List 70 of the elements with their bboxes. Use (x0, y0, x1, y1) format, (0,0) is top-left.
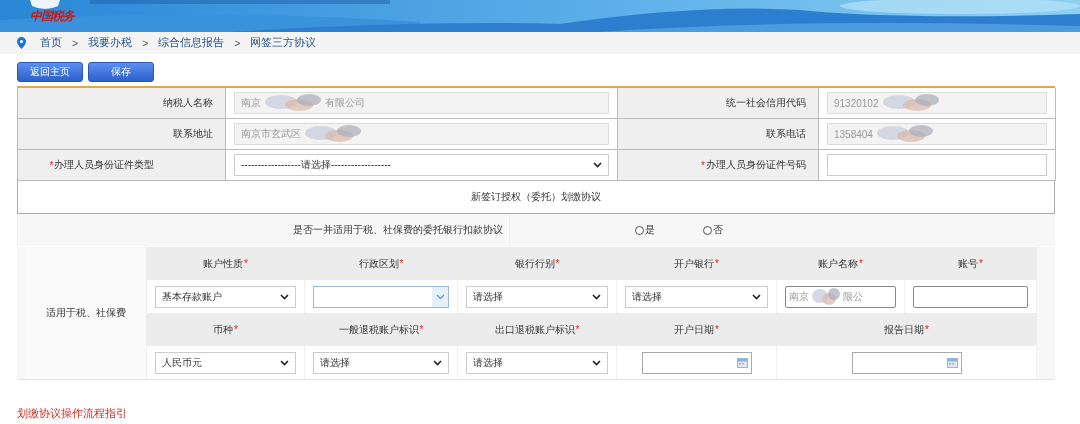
field-label: *办理人员身份证件类型 (18, 150, 226, 181)
field-label: 联系地址 (18, 119, 226, 150)
radio-option[interactable]: 否 (703, 223, 723, 237)
chevron-down-icon (280, 293, 289, 300)
select-field[interactable]: ------------------请选择------------------ (234, 154, 609, 176)
logo-text: 中国税务 (30, 8, 74, 25)
radio-button[interactable] (635, 225, 644, 235)
field-value: 南京 (789, 289, 809, 304)
select-field[interactable]: 人民币元 (155, 351, 296, 374)
blur-mark (303, 123, 363, 145)
blur-mark (874, 123, 935, 145)
select-field[interactable]: 请选择 (466, 351, 608, 374)
breadcrumb-separator: > (234, 37, 241, 49)
radio-button[interactable] (703, 225, 712, 235)
column-header: 一般退税账户标识* (338, 322, 425, 337)
blur-mark (811, 286, 841, 307)
column-header: 账户名称* (818, 256, 864, 271)
toolbar-button[interactable]: 保存 (88, 62, 154, 82)
field-label: 纳税人名称 (18, 88, 226, 119)
select-field[interactable]: 基本存款账户 (155, 285, 296, 308)
breadcrumb-link[interactable]: 我要办税 (88, 36, 133, 50)
column-header: 账号* (958, 256, 984, 271)
input-field[interactable] (913, 285, 1028, 308)
date-field[interactable] (851, 351, 962, 374)
column-header: 银行行别* (514, 256, 561, 271)
field-label: 统一社会信用代码 (618, 88, 819, 119)
select-field[interactable]: 请选择 (625, 285, 768, 308)
radio-option[interactable]: 是 (635, 223, 655, 237)
column-header: 行政区划* (358, 256, 405, 271)
column-header: 报告日期* (884, 322, 930, 337)
date-field[interactable] (641, 351, 752, 374)
chevron-down-icon (752, 293, 761, 300)
breadcrumb-link[interactable]: 网签三方协议 (250, 36, 317, 50)
field-value: 限公 (843, 289, 863, 304)
chevron-down-icon (435, 293, 445, 300)
toolbar-button[interactable]: 返回主页 (17, 62, 83, 82)
column-header: 开户银行* (674, 256, 720, 271)
select-field[interactable] (313, 285, 449, 308)
blur-mark (880, 92, 941, 114)
breadcrumb-separator: > (72, 37, 79, 49)
chevron-down-icon (592, 359, 601, 366)
field-value: 有限公司 (325, 96, 365, 110)
calendar-icon (736, 357, 748, 368)
field-value: 91320102 (834, 97, 879, 109)
location-pin-icon (17, 37, 26, 49)
select-field[interactable]: 请选择 (313, 351, 449, 374)
column-header: 币种* (213, 322, 239, 337)
breadcrumb-link[interactable]: 综合信息报告 (158, 36, 225, 50)
calendar-icon (946, 357, 958, 368)
chevron-down-icon (280, 359, 289, 366)
column-header: 出口退税账户标识* (494, 322, 581, 337)
input-field[interactable] (827, 154, 1047, 176)
chevron-down-icon (433, 359, 442, 366)
field-value: 南京 (241, 96, 261, 110)
column-header: 开户日期* (674, 322, 720, 337)
row-label: 适用于税、社保费 (46, 306, 126, 320)
breadcrumb-separator: > (142, 37, 149, 49)
field-value: 南京市玄武区 (241, 127, 301, 141)
question-text: 是否一并适用于税、社保费的委托银行扣款协议 (293, 223, 503, 237)
guide-link[interactable]: 划缴协议操作流程指引 (17, 407, 127, 419)
chevron-down-icon (593, 162, 602, 168)
breadcrumb-link[interactable]: 首页 (40, 36, 62, 50)
field-label: *办理人员身份证件号码 (618, 150, 819, 181)
field-value: 1358404 (834, 128, 873, 140)
blur-mark (263, 92, 323, 114)
chevron-down-icon (592, 293, 601, 300)
select-field[interactable]: 请选择 (466, 285, 608, 308)
section-title: 新签订授权（委托）划缴协议 (471, 190, 601, 204)
column-header: 账户性质* (203, 256, 249, 271)
field-label: 联系电话 (618, 119, 819, 150)
